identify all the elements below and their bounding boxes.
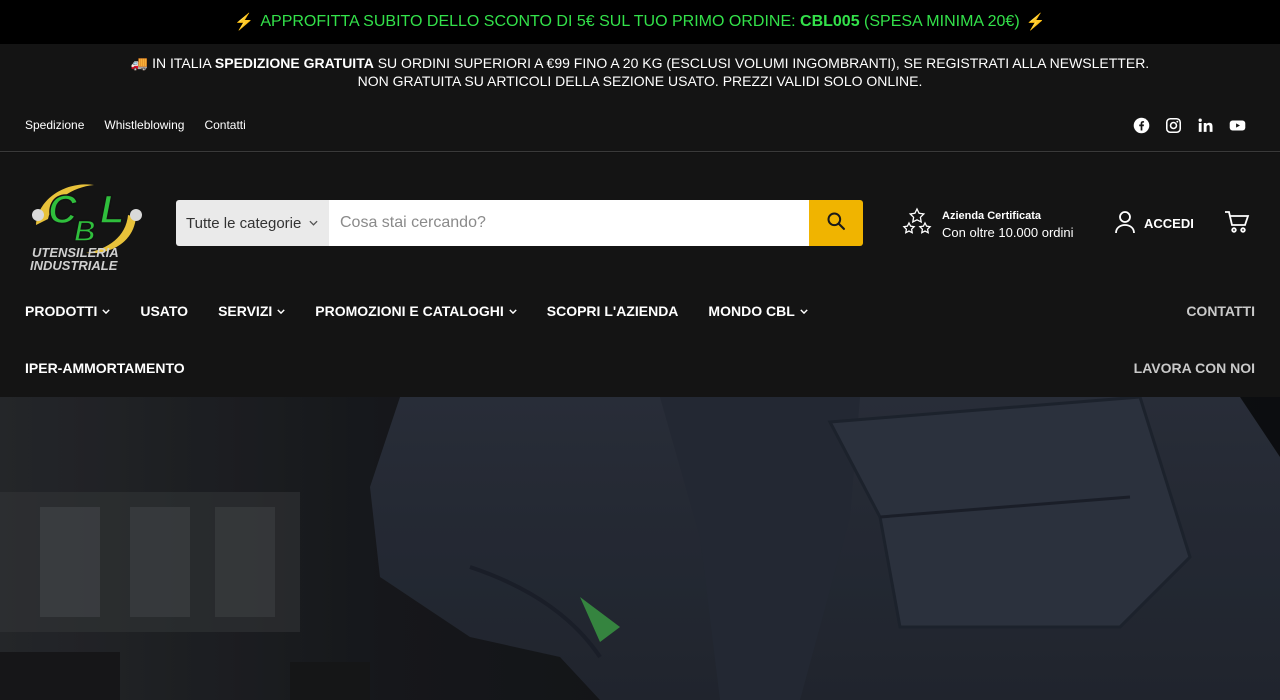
social-links: [1132, 116, 1246, 134]
nav-mondo-cbl[interactable]: MONDO CBL: [708, 303, 808, 319]
lightning-icon: ⚡: [234, 14, 255, 31]
nav-contatti[interactable]: CONTATTI: [1186, 303, 1255, 319]
chevron-down-icon: [277, 306, 285, 316]
chevron-down-icon: [800, 306, 808, 316]
category-select[interactable]: Tutte le categorie: [176, 200, 329, 246]
promo-bar: ⚡ APPROFITTA SUBITO DELLO SCONTO DI 5€ S…: [0, 0, 1280, 44]
truck-icon: 🚚: [130, 55, 149, 71]
search-bar: Tutte le categorie: [176, 200, 863, 246]
nav-label: SERVIZI: [218, 303, 273, 319]
nav-label: MONDO CBL: [708, 303, 795, 319]
cert-title: Azienda Certificata: [942, 209, 1042, 222]
secondary-nav: IPER-AMMORTAMENTO LAVORA CON NOI: [25, 360, 1255, 376]
link-contatti[interactable]: Contatti: [204, 118, 245, 132]
nav-label: PROMOZIONI E CATALOGHI: [315, 303, 504, 319]
promo-text-after: (SPESA MINIMA 20€): [859, 13, 1020, 30]
cert-subtitle: Con oltre 10.000 ordini: [942, 224, 1074, 240]
shipping-highlight: SPEDIZIONE GRATUITA: [214, 55, 374, 71]
youtube-icon[interactable]: [1228, 116, 1246, 134]
link-whistleblowing[interactable]: Whistleblowing: [104, 118, 184, 132]
nav-iper-ammortamento[interactable]: IPER-AMMORTAMENTO: [25, 360, 185, 376]
lightning-icon: ⚡: [1025, 14, 1046, 31]
user-icon: [1114, 210, 1136, 237]
cart-icon: [1224, 211, 1250, 238]
category-select-label: Tutte le categorie: [186, 214, 302, 232]
shipping-banner: 🚚 IN ITALIA SPEDIZIONE GRATUITA SU ORDIN…: [0, 44, 1280, 100]
cart-button[interactable]: [1224, 210, 1250, 239]
chevron-down-icon: [509, 306, 517, 316]
promo-code: CBL005: [800, 13, 860, 30]
nav-prodotti[interactable]: PRODOTTI: [25, 303, 111, 319]
main-nav: PRODOTTI USATO SERVIZI PROMOZIONI E CATA…: [25, 303, 1255, 319]
utility-links: Spedizione Whistleblowing Contatti: [25, 118, 246, 132]
instagram-icon[interactable]: [1164, 116, 1182, 134]
utility-bar: Spedizione Whistleblowing Contatti: [0, 100, 1280, 152]
stars-icon: [902, 207, 932, 242]
nav-label: USATO: [140, 303, 189, 319]
nav-label: IPER-AMMORTAMENTO: [25, 360, 185, 376]
nav-lavora-con-noi[interactable]: LAVORA CON NOI: [1134, 360, 1255, 376]
facebook-icon[interactable]: [1132, 116, 1150, 134]
nav-usato[interactable]: USATO: [140, 303, 188, 319]
svg-text:L: L: [100, 188, 124, 232]
shipping-note: NON GRATUITA SU ARTICOLI DELLA SEZIONE U…: [357, 73, 923, 89]
chevron-down-icon: [309, 218, 318, 229]
shipping-text: IN ITALIA: [148, 55, 215, 71]
linkedin-icon[interactable]: [1196, 116, 1214, 134]
search-icon: [826, 211, 846, 236]
nav-scopri-azienda[interactable]: SCOPRI L'AZIENDA: [547, 303, 679, 319]
search-button[interactable]: [809, 200, 863, 246]
search-input[interactable]: [329, 200, 809, 246]
logo[interactable]: C B L UTENSILERIA INDUSTRIALE: [28, 175, 148, 273]
nav-servizi[interactable]: SERVIZI: [218, 303, 285, 319]
site-header: C B L UTENSILERIA INDUSTRIALE Tutte le c…: [0, 153, 1280, 397]
nav-promozioni[interactable]: PROMOZIONI E CATALOGHI: [315, 303, 517, 319]
shipping-text-after: SU ORDINI SUPERIORI A €99 FINO A 20 KG (…: [373, 55, 1150, 71]
certified-badge: Azienda Certificata Con oltre 10.000 ord…: [902, 207, 1074, 242]
account-link[interactable]: ACCEDI: [1114, 210, 1194, 237]
promo-text: APPROFITTA SUBITO DELLO SCONTO DI 5€ SUL…: [260, 13, 801, 30]
svg-text:B: B: [74, 215, 96, 248]
svg-text:INDUSTRIALE: INDUSTRIALE: [30, 258, 118, 271]
nav-label: SCOPRI L'AZIENDA: [546, 303, 679, 319]
link-spedizione[interactable]: Spedizione: [25, 118, 84, 132]
chevron-down-icon: [102, 306, 111, 316]
nav-label: PRODOTTI: [25, 303, 98, 319]
account-label: ACCEDI: [1144, 216, 1194, 231]
hero-banner[interactable]: [0, 397, 1280, 700]
